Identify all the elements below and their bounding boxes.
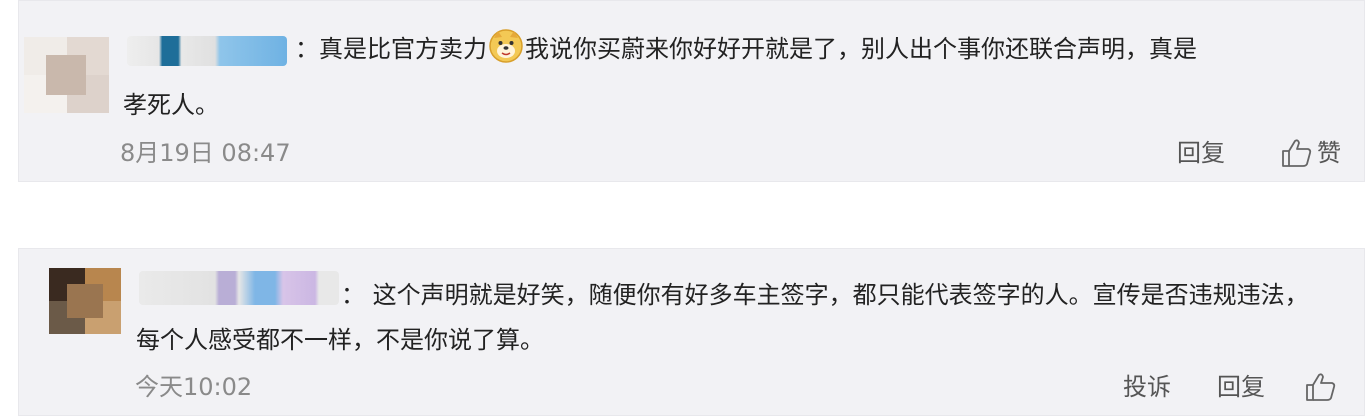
username-blurred[interactable] xyxy=(127,36,287,66)
doge-emoji-icon xyxy=(489,29,523,63)
comment-text: ：真是比官方卖力 我说你买蔚来你好好开就是了，别人出个事你还联合声明，真是 xyxy=(295,29,1197,67)
comment-text-line2: 每个人感受都不一样，不是你说了算。 xyxy=(136,326,544,354)
reply-button[interactable]: 回复 xyxy=(1217,372,1265,402)
comment-card: ： 这个声明就是好笑，随便你有好多车主签字，都只能代表签字的人。宣传是否违规违法… xyxy=(18,248,1365,416)
username-blurred[interactable] xyxy=(139,271,339,305)
avatar[interactable] xyxy=(49,268,121,334)
thumbs-up-icon[interactable] xyxy=(1281,138,1313,168)
report-button[interactable]: 投诉 xyxy=(1123,372,1171,402)
comment-text-part: 我说你买蔚来你好好开就是了，别人出个事你还联合声明，真是 xyxy=(525,35,1197,63)
comment-text-part: ：真是比官方卖力 xyxy=(295,35,487,63)
avatar[interactable] xyxy=(24,37,109,113)
comment-card: ：真是比官方卖力 我说你买蔚来你好好开就是了，别人出个事你还联合声明，真是 孝死… xyxy=(18,0,1365,182)
reply-button[interactable]: 回复 xyxy=(1177,138,1225,168)
comment-time: 8月19日 08:47 xyxy=(120,139,291,167)
comment-text: ： 这个声明就是好笑，随便你有好多车主签字，都只能代表签字的人。宣传是否违规违法… xyxy=(341,281,1309,309)
thumbs-up-icon[interactable] xyxy=(1305,372,1337,402)
comment-time: 今天10:02 xyxy=(135,373,253,401)
comment-text-line2: 孝死人。 xyxy=(123,91,219,119)
like-button[interactable]: 赞 xyxy=(1317,138,1341,168)
